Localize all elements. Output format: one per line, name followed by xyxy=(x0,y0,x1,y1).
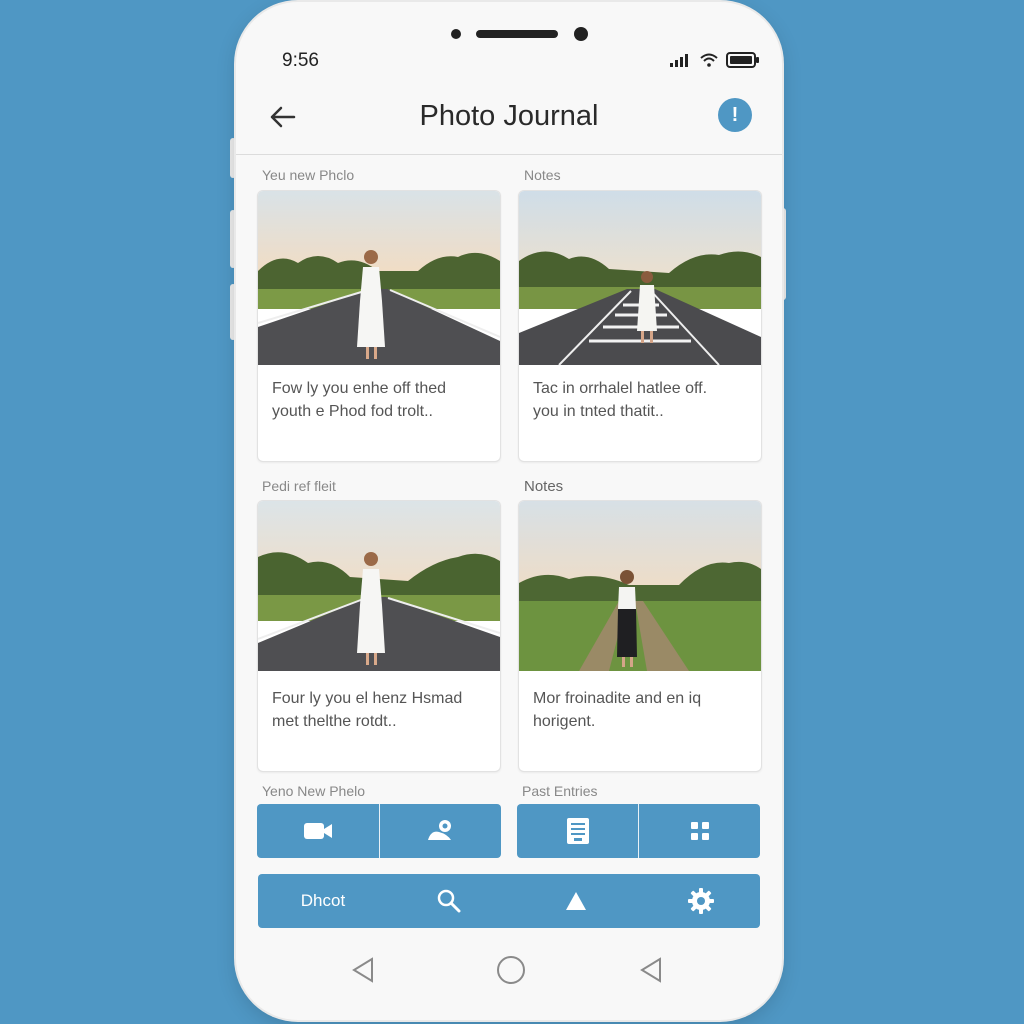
speaker-grille xyxy=(476,30,558,38)
grid-view-button[interactable] xyxy=(638,804,760,858)
card-text-line: Fow ly you enhe off thed xyxy=(272,380,447,397)
card-text-line: Mor froinadite and en iq xyxy=(533,690,702,707)
past-entries-label: Past Entries xyxy=(522,783,598,799)
card-text-line: Tac in orrhalel hatlee off. xyxy=(533,380,708,397)
new-photo-actions xyxy=(257,804,501,858)
add-location-button[interactable] xyxy=(378,804,502,858)
tab-settings[interactable] xyxy=(666,874,736,928)
journal-card[interactable]: Four ly you el henz Hsmad met thelthe ro… xyxy=(257,500,501,772)
card-text: Mor froinadite and en iq horigent. xyxy=(533,687,751,733)
status-bar: 9:56 xyxy=(236,46,782,76)
add-location-icon xyxy=(428,820,452,840)
card-text-line: Four ly you el henz Hsmad xyxy=(272,690,463,707)
card-photo xyxy=(258,501,500,671)
card-photo xyxy=(258,191,500,365)
entries-list-button[interactable] xyxy=(517,804,638,858)
card-text-line: youth e Phod fod trolt.. xyxy=(272,403,433,420)
document-icon xyxy=(566,818,589,844)
section-label: Notes xyxy=(524,478,564,495)
nav-home-icon[interactable] xyxy=(496,955,526,985)
tab-search[interactable] xyxy=(414,874,484,928)
battery-icon xyxy=(726,52,759,68)
card-photo xyxy=(519,501,761,671)
card-text: Fow ly you enhe off thed youth e Phod fo… xyxy=(272,377,490,423)
tab-home[interactable]: Dhcot xyxy=(278,874,368,928)
gear-icon xyxy=(688,888,714,914)
front-sensor xyxy=(451,29,461,39)
section-label: Notes xyxy=(524,167,561,183)
nav-back-icon[interactable] xyxy=(350,956,376,984)
card-text: Tac in orrhalel hatlee off. you in tnted… xyxy=(533,377,751,423)
phone-frame: 9:56 Photo Journal ! Yeu new Phclo Notes… xyxy=(236,2,782,1020)
wifi-icon xyxy=(700,53,718,67)
tab-upload[interactable] xyxy=(541,874,611,928)
signal-icon xyxy=(670,54,688,67)
section-label: Yeu new Phclo xyxy=(262,167,355,183)
record-video-button[interactable] xyxy=(257,804,379,858)
video-camera-icon xyxy=(303,823,332,839)
app-header: Photo Journal ! xyxy=(236,86,782,155)
card-photo xyxy=(519,191,761,365)
grid-icon xyxy=(690,822,709,840)
status-time: 9:56 xyxy=(282,50,319,71)
card-text-line: met thelthe rotdt.. xyxy=(272,713,397,730)
section-label: Pedi ref fleit xyxy=(262,478,336,494)
journal-card[interactable]: Tac in orrhalel hatlee off. you in tnted… xyxy=(518,190,762,462)
front-camera xyxy=(574,27,588,41)
card-text: Four ly you el henz Hsmad met thelthe ro… xyxy=(272,687,490,733)
card-text-line: horigent. xyxy=(533,713,596,730)
past-entries-actions xyxy=(517,804,760,858)
page-title: Photo Journal xyxy=(419,100,599,132)
nav-recent-icon[interactable] xyxy=(638,956,664,984)
system-nav-bar xyxy=(236,946,782,996)
search-icon xyxy=(437,889,461,913)
tab-home-label: Dhcot xyxy=(300,891,346,910)
bottom-tab-bar: Dhcot xyxy=(258,874,760,928)
new-photo-label: Yeno New Phelo xyxy=(262,783,366,799)
card-text-line: you in tnted thatit.. xyxy=(533,403,664,420)
triangle-icon xyxy=(566,892,586,910)
journal-card[interactable]: Mor froinadite and en iq horigent. xyxy=(518,500,762,772)
journal-card[interactable]: Fow ly you enhe off thed youth e Phod fo… xyxy=(257,190,501,462)
info-icon[interactable]: ! xyxy=(718,98,752,132)
